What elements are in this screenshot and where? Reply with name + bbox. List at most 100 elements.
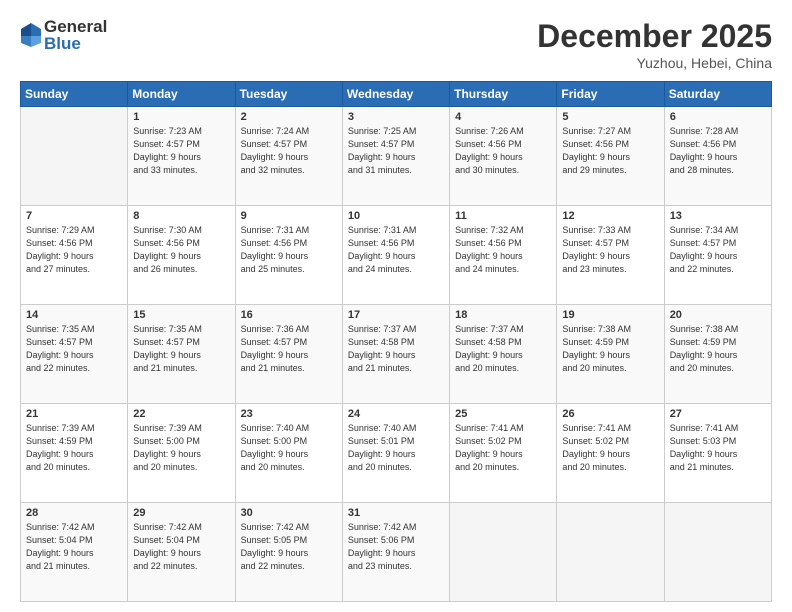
day-number: 13 (670, 210, 766, 222)
table-row: 16 Sunrise: 7:36 AM Sunset: 4:57 PM Dayli… (235, 305, 342, 404)
week-row-1: 7 Sunrise: 7:29 AM Sunset: 4:56 PM Daylig… (21, 206, 772, 305)
day-number: 19 (562, 309, 658, 321)
table-row: 8Sunrise: 7:30 AM Sunset: 4:56 PM Daylig… (128, 206, 235, 305)
day-number: 22 (133, 408, 229, 420)
table-row: 11Sunrise: 7:32 AM Sunset: 4:56 PM Dayli… (450, 206, 557, 305)
day-number: 7 (26, 210, 122, 222)
col-saturday: Saturday (664, 82, 771, 107)
table-row: 29Sunrise: 7:42 AM Sunset: 5:04 PM Dayli… (128, 503, 235, 602)
title-block: December 2025 Yuzhou, Hebei, China (537, 18, 772, 71)
day-info: Sunrise: 7:24 AM Sunset: 4:57 PM Dayligh… (241, 125, 337, 177)
day-number: 8 (133, 210, 229, 222)
day-number: 28 (26, 507, 122, 519)
day-number: 24 (348, 408, 444, 420)
day-number: 20 (670, 309, 766, 321)
table-row (557, 503, 664, 602)
table-row: 23 Sunrise: 7:40 AM Sunset: 5:00 PM Dayli… (235, 404, 342, 503)
day-info: Sunrise: 7:28 AM Sunset: 4:56 PM Dayligh… (670, 125, 766, 177)
table-row: 28Sunrise: 7:42 AM Sunset: 5:04 PM Dayli… (21, 503, 128, 602)
table-row: 15 Sunrise: 7:35 AM Sunset: 4:57 PM Dayli… (128, 305, 235, 404)
page: General Blue December 2025 Yuzhou, Hebei… (0, 0, 792, 612)
day-info: Sunrise: 7:37 AM Sunset: 4:58 PM Dayligh… (348, 323, 444, 375)
day-number: 15 (133, 309, 229, 321)
day-info: Sunrise: 7:31 AM Sunset: 4:56 PM Dayligh… (241, 224, 337, 276)
week-row-3: 21Sunrise: 7:39 AM Sunset: 4:59 PM Dayli… (21, 404, 772, 503)
table-row (21, 107, 128, 206)
table-row: 4Sunrise: 7:26 AM Sunset: 4:56 PM Daylig… (450, 107, 557, 206)
day-info: Sunrise: 7:38 AM Sunset: 4:59 PM Dayligh… (562, 323, 658, 375)
table-row: 1Sunrise: 7:23 AM Sunset: 4:57 PM Daylig… (128, 107, 235, 206)
table-row: 3 Sunrise: 7:25 AM Sunset: 4:57 PM Daylig… (342, 107, 449, 206)
day-number: 23 (241, 408, 337, 420)
day-info: Sunrise: 7:37 AM Sunset: 4:58 PM Dayligh… (455, 323, 551, 375)
table-row: 6 Sunrise: 7:28 AM Sunset: 4:56 PM Daylig… (664, 107, 771, 206)
table-row (450, 503, 557, 602)
day-info: Sunrise: 7:36 AM Sunset: 4:57 PM Dayligh… (241, 323, 337, 375)
day-info: Sunrise: 7:38 AM Sunset: 4:59 PM Dayligh… (670, 323, 766, 375)
table-row: 13 Sunrise: 7:34 AM Sunset: 4:57 PM Dayli… (664, 206, 771, 305)
day-number: 10 (348, 210, 444, 222)
logo-blue-text: Blue (44, 35, 107, 52)
table-row: 30 Sunrise: 7:42 AM Sunset: 5:05 PM Dayli… (235, 503, 342, 602)
week-row-4: 28 Sunrise: 7:42 AM Sunset: 5:04 PM Dayli… (21, 503, 772, 602)
table-row: 21Sunrise: 7:39 AM Sunset: 4:59 PM Dayli… (21, 404, 128, 503)
day-info: Sunrise: 7:33 AM Sunset: 4:57 PM Dayligh… (562, 224, 658, 276)
day-info: Sunrise: 7:40 AM Sunset: 5:01 PM Dayligh… (348, 422, 444, 474)
day-info: Sunrise: 7:41 AM Sunset: 5:02 PM Dayligh… (562, 422, 658, 474)
day-number: 5 (562, 111, 658, 123)
location: Yuzhou, Hebei, China (537, 55, 772, 71)
table-row: 18Sunrise: 7:37 AM Sunset: 4:58 PM Dayli… (450, 305, 557, 404)
table-row: 12Sunrise: 7:33 AM Sunset: 4:57 PM Dayli… (557, 206, 664, 305)
day-info: Sunrise: 7:42 AM Sunset: 5:05 PM Dayligh… (241, 521, 337, 573)
day-number: 4 (455, 111, 551, 123)
col-thursday: Thursday (450, 82, 557, 107)
table-row: 31Sunrise: 7:42 AM Sunset: 5:06 PM Dayli… (342, 503, 449, 602)
day-number: 14 (26, 309, 122, 321)
day-info: Sunrise: 7:31 AM Sunset: 4:56 PM Dayligh… (348, 224, 444, 276)
logo-general-text: General (44, 18, 107, 35)
day-number: 1 (133, 111, 229, 123)
month-title: December 2025 (537, 18, 772, 55)
week-row-0: 1Sunrise: 7:23 AM Sunset: 4:57 PM Daylig… (21, 107, 772, 206)
table-row: 5 Sunrise: 7:27 AM Sunset: 4:56 PM Daylig… (557, 107, 664, 206)
day-number: 25 (455, 408, 551, 420)
col-monday: Monday (128, 82, 235, 107)
week-row-2: 14 Sunrise: 7:35 AM Sunset: 4:57 PM Dayli… (21, 305, 772, 404)
day-info: Sunrise: 7:41 AM Sunset: 5:03 PM Dayligh… (670, 422, 766, 474)
day-number: 17 (348, 309, 444, 321)
day-info: Sunrise: 7:40 AM Sunset: 5:00 PM Dayligh… (241, 422, 337, 474)
table-row: 26 Sunrise: 7:41 AM Sunset: 5:02 PM Dayli… (557, 404, 664, 503)
logo-icon (20, 22, 42, 48)
day-number: 26 (562, 408, 658, 420)
table-row: 2 Sunrise: 7:24 AM Sunset: 4:57 PM Daylig… (235, 107, 342, 206)
table-row: 10 Sunrise: 7:31 AM Sunset: 4:56 PM Dayli… (342, 206, 449, 305)
day-info: Sunrise: 7:35 AM Sunset: 4:57 PM Dayligh… (133, 323, 229, 375)
day-number: 3 (348, 111, 444, 123)
day-info: Sunrise: 7:27 AM Sunset: 4:56 PM Dayligh… (562, 125, 658, 177)
table-row: 14 Sunrise: 7:35 AM Sunset: 4:57 PM Dayli… (21, 305, 128, 404)
logo: General Blue (20, 18, 107, 52)
day-info: Sunrise: 7:39 AM Sunset: 4:59 PM Dayligh… (26, 422, 122, 474)
day-info: Sunrise: 7:35 AM Sunset: 4:57 PM Dayligh… (26, 323, 122, 375)
logo-text: General Blue (44, 18, 107, 52)
day-info: Sunrise: 7:25 AM Sunset: 4:57 PM Dayligh… (348, 125, 444, 177)
day-info: Sunrise: 7:42 AM Sunset: 5:04 PM Dayligh… (133, 521, 229, 573)
day-number: 16 (241, 309, 337, 321)
table-row: 22Sunrise: 7:39 AM Sunset: 5:00 PM Dayli… (128, 404, 235, 503)
day-info: Sunrise: 7:41 AM Sunset: 5:02 PM Dayligh… (455, 422, 551, 474)
col-tuesday: Tuesday (235, 82, 342, 107)
day-number: 11 (455, 210, 551, 222)
day-number: 30 (241, 507, 337, 519)
day-info: Sunrise: 7:34 AM Sunset: 4:57 PM Dayligh… (670, 224, 766, 276)
header: General Blue December 2025 Yuzhou, Hebei… (20, 18, 772, 71)
table-row: 19 Sunrise: 7:38 AM Sunset: 4:59 PM Dayli… (557, 305, 664, 404)
table-row: 25 Sunrise: 7:41 AM Sunset: 5:02 PM Dayli… (450, 404, 557, 503)
day-info: Sunrise: 7:42 AM Sunset: 5:06 PM Dayligh… (348, 521, 444, 573)
calendar-table: Sunday Monday Tuesday Wednesday Thursday… (20, 81, 772, 602)
weekday-header-row: Sunday Monday Tuesday Wednesday Thursday… (21, 82, 772, 107)
day-number: 2 (241, 111, 337, 123)
col-friday: Friday (557, 82, 664, 107)
day-number: 6 (670, 111, 766, 123)
day-info: Sunrise: 7:29 AM Sunset: 4:56 PM Dayligh… (26, 224, 122, 276)
col-wednesday: Wednesday (342, 82, 449, 107)
